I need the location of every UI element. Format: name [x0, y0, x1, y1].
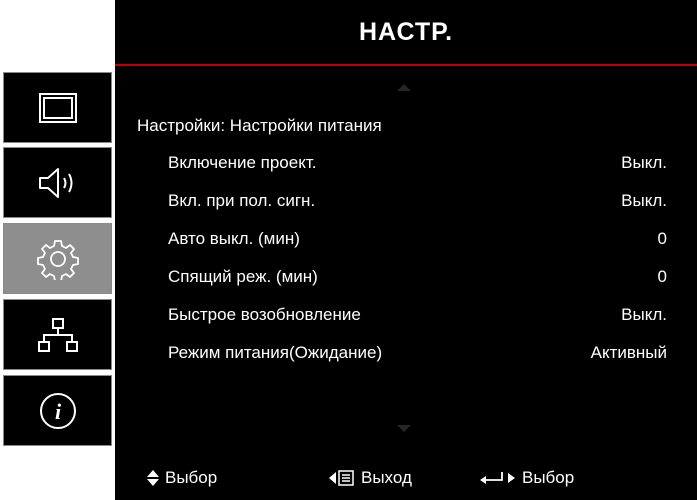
hint-select-label: Выбор	[165, 468, 218, 487]
setting-value: Выкл.	[621, 191, 667, 210]
hint-exit-label: Выход	[361, 468, 412, 487]
svg-text:i: i	[54, 399, 61, 424]
sidebar-item-display[interactable]	[3, 72, 112, 143]
setting-row-sleep-timer[interactable]: Спящий реж. (мин) 0	[115, 259, 697, 297]
gear-icon	[36, 239, 79, 280]
title-divider	[115, 64, 697, 66]
sidebar-item-network[interactable]	[3, 299, 112, 370]
setting-label: Вкл. при пол. сигн.	[168, 191, 316, 210]
hint-enter: Выбор	[480, 468, 574, 488]
setting-value: 0	[657, 229, 667, 248]
corner-blank	[0, 0, 115, 65]
speaker-icon	[38, 167, 72, 198]
hint-enter-label: Выбор	[522, 468, 575, 487]
hint-exit: Выход	[329, 468, 412, 488]
display-icon	[38, 92, 77, 123]
footer-hints: Выбор Выход Выбор	[115, 458, 697, 500]
hint-select: Выбор	[147, 468, 217, 488]
sidebar-item-audio[interactable]	[3, 147, 112, 218]
setting-value: 0	[657, 267, 667, 286]
setting-row-auto-power-off[interactable]: Авто выкл. (мин) 0	[115, 221, 697, 259]
setting-label: Спящий реж. (мин)	[168, 267, 318, 286]
up-down-arrow-icon	[147, 470, 159, 486]
setting-row-power-on[interactable]: Включение проект. Выкл.	[115, 145, 697, 183]
page-title: НАСТР.	[358, 17, 454, 46]
setting-label: Включение проект.	[168, 153, 317, 172]
setting-label: Быстрое возобновление	[168, 305, 361, 324]
setting-row-quick-resume[interactable]: Быстрое возобновление Выкл.	[115, 297, 697, 335]
setting-value: Выкл.	[621, 153, 667, 172]
enter-arrow-icon	[480, 472, 515, 484]
setting-label: Авто выкл. (мин)	[168, 229, 300, 248]
setting-label: Режим питания(Ожидание)	[168, 343, 383, 362]
info-icon: i	[39, 392, 76, 429]
setting-row-power-mode[interactable]: Режим питания(Ожидание) Активный	[115, 335, 697, 373]
settings-panel: НАСТР. Настройки: Настройки питания Вклю…	[115, 0, 697, 500]
breadcrumb: Настройки: Настройки питания	[137, 116, 382, 135]
network-icon	[37, 317, 78, 352]
scroll-down-arrow-icon[interactable]	[397, 425, 411, 432]
title-bar: НАСТР.	[115, 0, 697, 64]
scroll-up-arrow-icon[interactable]	[397, 84, 411, 91]
settings-list: Включение проект. Выкл. Вкл. при пол. си…	[115, 145, 697, 373]
menu-back-icon	[329, 470, 354, 486]
sidebar-item-settings[interactable]	[3, 223, 112, 294]
setting-value: Активный	[590, 343, 667, 362]
setting-row-signal-power-on[interactable]: Вкл. при пол. сигн. Выкл.	[115, 183, 697, 221]
setting-value: Выкл.	[621, 305, 667, 324]
sidebar-item-info[interactable]: i	[3, 375, 112, 446]
sidebar: i	[3, 72, 112, 452]
